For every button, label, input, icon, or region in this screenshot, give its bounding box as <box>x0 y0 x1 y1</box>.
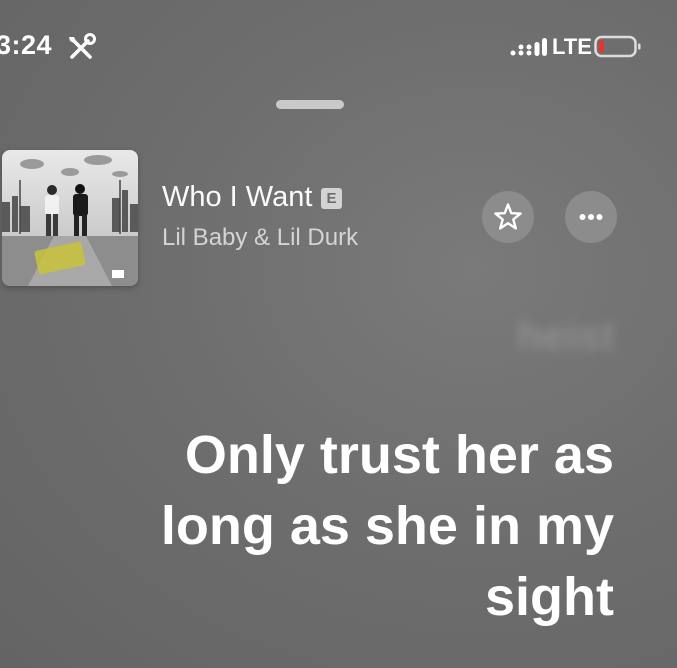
status-time: 3:24 <box>0 30 53 60</box>
current-lyric[interactable]: Only trust her as long as she in my sigh… <box>54 420 614 633</box>
more-icon <box>579 214 603 220</box>
artist-name[interactable]: Lil Baby & Lil Durk <box>162 224 358 252</box>
sheet-grabber[interactable] <box>276 100 344 109</box>
lyric-line: long as she in my <box>160 496 614 556</box>
battery-icon <box>594 35 641 58</box>
star-icon <box>494 203 522 230</box>
signal-icon <box>510 38 547 56</box>
song-title[interactable]: Who I Want <box>162 181 312 214</box>
lyric-line: Only trust her as <box>184 425 614 485</box>
tools-icon <box>69 33 96 59</box>
favorite-button[interactable] <box>482 191 534 243</box>
more-options-button[interactable] <box>565 191 617 243</box>
lyric-line: sight <box>485 567 614 627</box>
network-type: LTE <box>552 34 592 59</box>
explicit-badge: E <box>321 188 342 209</box>
previous-lyric-line[interactable]: heist <box>517 312 615 360</box>
album-artwork[interactable] <box>2 150 138 286</box>
status-bar: 3:24 LTE <box>0 0 677 90</box>
